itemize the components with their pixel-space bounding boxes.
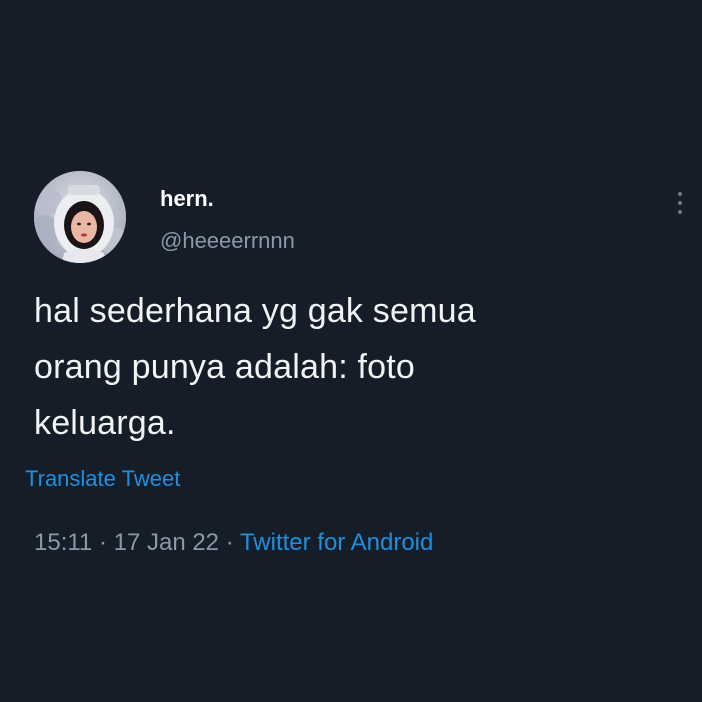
more-dot: [678, 201, 682, 205]
tweet-source-link[interactable]: Twitter for Android: [240, 529, 433, 556]
tweet-metadata: 15:11 · 17 Jan 22 · Twitter for Android: [34, 528, 433, 558]
more-dot: [678, 192, 682, 196]
tweet-text: hal sederhana yg gak semua orang punya a…: [34, 283, 654, 451]
tweet-date[interactable]: 17 Jan 22: [114, 529, 219, 556]
tweet-text-line: keluarga.: [34, 404, 176, 442]
tweet-card: hern. @heeeerrnnn hal sederhana yg gak s…: [0, 0, 702, 702]
more-dot: [678, 210, 682, 214]
tweet-text-line: hal sederhana yg gak semua: [34, 292, 476, 330]
author-handle[interactable]: @heeeerrnnn: [160, 228, 295, 254]
translate-tweet-link[interactable]: Translate Tweet: [25, 466, 180, 492]
meta-separator: ·: [219, 529, 240, 556]
author-avatar[interactable]: [34, 171, 126, 263]
tweet-text-line: orang punya adalah: foto: [34, 348, 415, 386]
more-vertical-icon[interactable]: [668, 186, 692, 220]
tweet-time[interactable]: 15:11: [34, 529, 92, 556]
meta-separator: ·: [92, 529, 114, 556]
profile-photo-icon: [34, 171, 126, 263]
author-display-name[interactable]: hern.: [160, 186, 214, 212]
